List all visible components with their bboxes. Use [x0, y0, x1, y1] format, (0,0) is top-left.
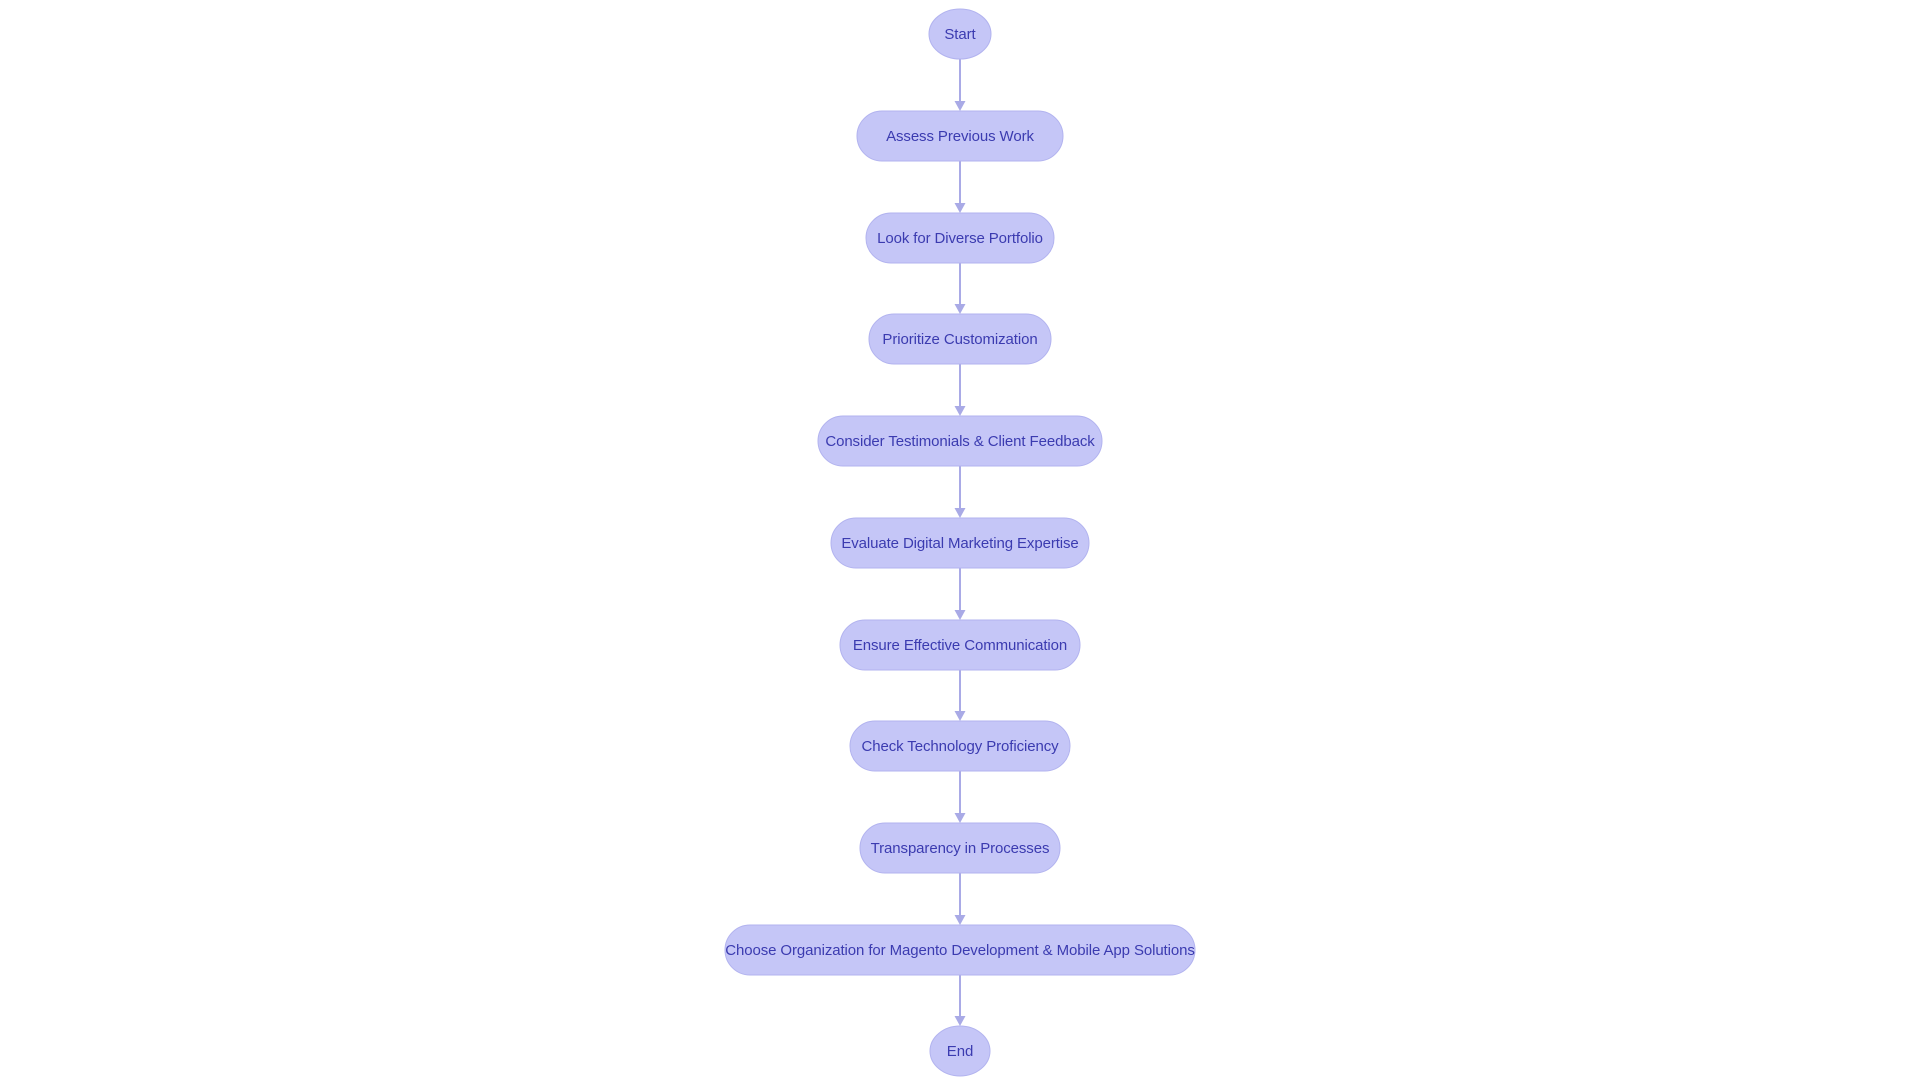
edge-arrowhead-icon	[954, 203, 966, 213]
edge-arrowhead-icon	[954, 610, 966, 620]
flow-node-assess[interactable]: Assess Previous Work	[856, 110, 1064, 162]
node-label-testimonials: Consider Testimonials & Client Feedback	[825, 433, 1095, 450]
flowchart-canvas: Start Assess Previous Work Look for Divers…	[0, 0, 1920, 1080]
node-label-portfolio: Look for Diverse Portfolio	[877, 230, 1043, 247]
edge-arrowhead-icon	[954, 1016, 966, 1026]
flow-node-start[interactable]: Start	[928, 8, 992, 60]
node-label-choose: Choose Organization for Magento Developm…	[725, 942, 1195, 959]
node-label-transparency: Transparency in Processes	[871, 840, 1050, 857]
flow-edge	[954, 568, 966, 620]
node-label-marketing: Evaluate Digital Marketing Expertise	[841, 535, 1078, 552]
flow-node-portfolio[interactable]: Look for Diverse Portfolio	[865, 212, 1055, 264]
flow-edge	[954, 161, 966, 213]
edge-arrowhead-icon	[954, 915, 966, 925]
flow-node-customization[interactable]: Prioritize Customization	[868, 313, 1052, 365]
flow-node-transparency[interactable]: Transparency in Processes	[859, 822, 1061, 874]
edge-arrowhead-icon	[954, 304, 966, 314]
flow-node-testimonials[interactable]: Consider Testimonials & Client Feedback	[817, 415, 1103, 467]
edge-arrowhead-icon	[954, 813, 966, 823]
flow-edge	[954, 364, 966, 416]
flow-node-choose[interactable]: Choose Organization for Magento Developm…	[724, 924, 1196, 976]
edge-arrowhead-icon	[954, 406, 966, 416]
flow-edge	[954, 975, 966, 1026]
flow-node-technology[interactable]: Check Technology Proficiency	[849, 720, 1071, 772]
flow-edge	[954, 59, 966, 111]
node-label-technology: Check Technology Proficiency	[861, 738, 1059, 755]
flowchart-svg: Start Assess Previous Work Look for Divers…	[724, 8, 1196, 1077]
flow-edge	[954, 873, 966, 925]
flow-node-end[interactable]: End	[929, 1025, 991, 1077]
node-label-assess: Assess Previous Work	[886, 128, 1034, 145]
node-label-customization: Prioritize Customization	[882, 331, 1037, 348]
edge-arrowhead-icon	[954, 711, 966, 721]
flow-node-communication[interactable]: Ensure Effective Communication	[839, 619, 1081, 671]
edge-arrowhead-icon	[954, 508, 966, 518]
node-label-communication: Ensure Effective Communication	[853, 637, 1067, 654]
flow-edge	[954, 771, 966, 823]
node-label-start: Start	[944, 26, 976, 43]
node-label-end: End	[947, 1043, 973, 1060]
flow-edge	[954, 263, 966, 314]
flow-node-marketing[interactable]: Evaluate Digital Marketing Expertise	[830, 517, 1090, 569]
edge-arrowhead-icon	[954, 101, 966, 111]
flow-edge	[954, 466, 966, 518]
flow-edge	[954, 670, 966, 721]
